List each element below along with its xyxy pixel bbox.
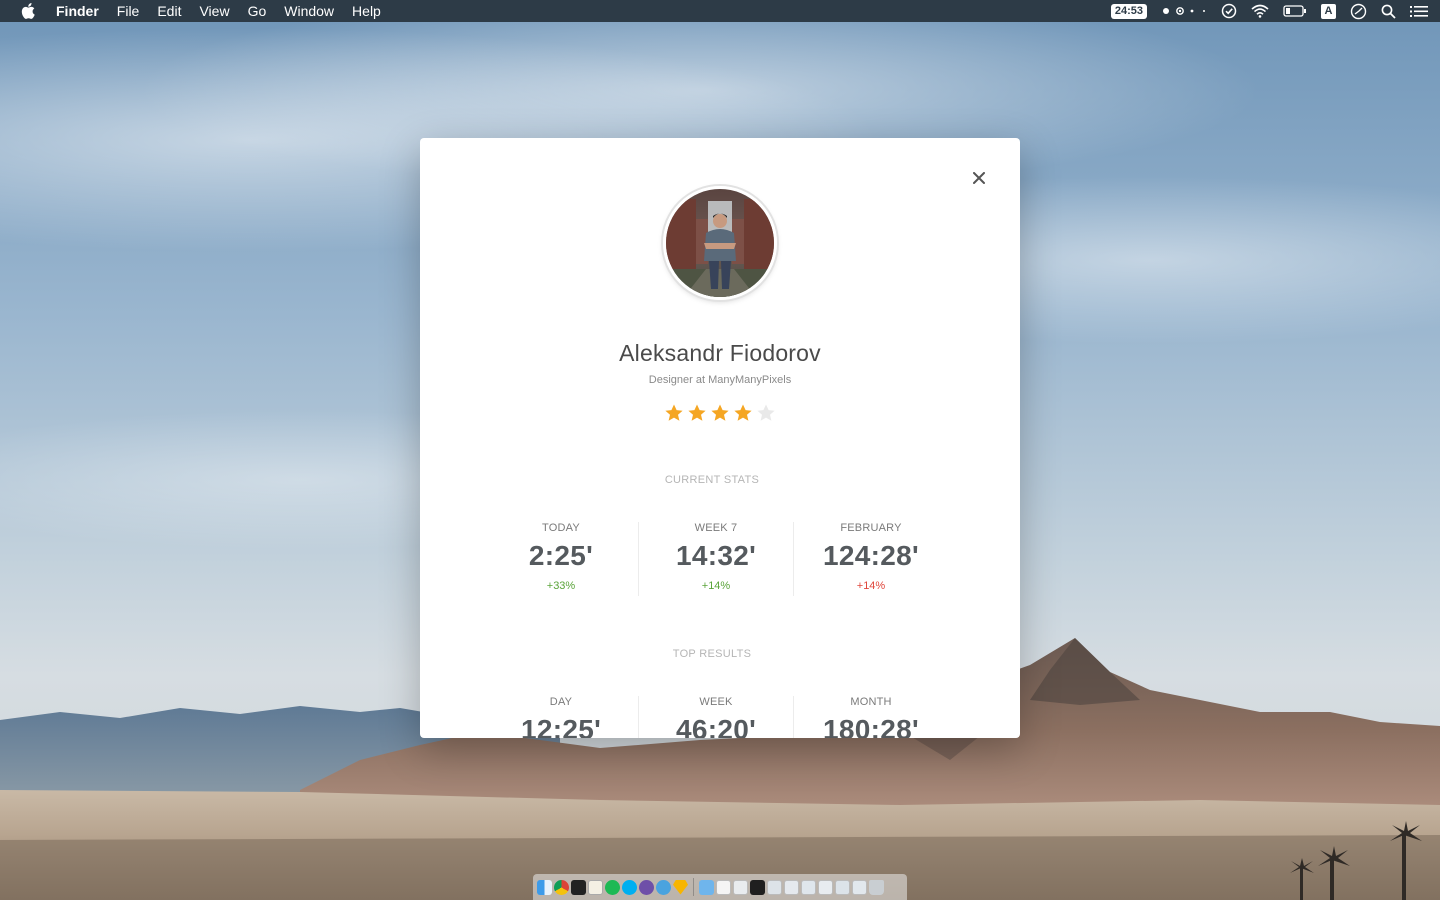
profile-role: Designer at ManyManyPixels: [648, 374, 792, 386]
clock-text: 24:53: [1110, 3, 1147, 19]
star-filled-icon[interactable]: [687, 403, 707, 423]
avatar[interactable]: [663, 186, 777, 300]
menu-app-name[interactable]: Finder: [56, 0, 108, 22]
menu-help[interactable]: Help: [343, 0, 390, 22]
stat-delta: +14%: [701, 580, 731, 592]
stat-value: 180:28': [823, 714, 919, 738]
window-icon[interactable]: [852, 879, 867, 895]
stat-value: 2:25': [528, 540, 594, 571]
document-icon[interactable]: [716, 879, 731, 895]
stat-label: WEEK: [699, 696, 733, 708]
close-icon: [973, 172, 985, 184]
star-filled-icon[interactable]: [710, 403, 730, 423]
rating-stars: [420, 403, 1020, 423]
stat-label: WEEK 7: [694, 522, 738, 534]
input-source-icon[interactable]: A: [1321, 0, 1336, 22]
chrome-icon[interactable]: [554, 879, 569, 895]
avatar-photo: [666, 189, 774, 297]
window-icon[interactable]: [733, 879, 748, 895]
folder-icon[interactable]: [699, 879, 714, 895]
timer-icon[interactable]: [1350, 0, 1367, 22]
current-stats-row: TODAY 2:25' +33% WEEK 7 14:32' +14% FEBR…: [484, 522, 948, 596]
sketch-icon[interactable]: [673, 879, 688, 895]
stat-delta: +33%: [546, 580, 576, 592]
window-icon[interactable]: [767, 879, 782, 895]
apple-menu-icon[interactable]: [0, 0, 56, 22]
stat-label: FEBRUARY: [840, 522, 902, 534]
dots-icon[interactable]: [1161, 0, 1207, 22]
trash-icon[interactable]: [869, 879, 884, 895]
input-source-text: A: [1321, 3, 1336, 19]
window-icon[interactable]: [784, 879, 799, 895]
profile-name: Aleksandr Fiodorov: [619, 340, 821, 366]
profile-modal: Aleksandr Fiodorov Designer at ManyManyP…: [420, 138, 1020, 738]
window-icon[interactable]: [801, 879, 816, 895]
list-icon[interactable]: [1410, 0, 1428, 22]
stat-week: WEEK 7 14:32' +14%: [638, 522, 793, 596]
top-results-title: TOP RESULTS: [672, 648, 752, 660]
clock-status[interactable]: 24:53: [1110, 0, 1147, 22]
stat-label: DAY: [549, 696, 573, 708]
menu-view[interactable]: View: [190, 0, 238, 22]
status-menus: 24:53 A: [1097, 0, 1440, 22]
menu-window[interactable]: Window: [275, 0, 343, 22]
battery-icon[interactable]: [1283, 0, 1307, 22]
window-icon[interactable]: [835, 879, 850, 895]
stat-value: 12:25': [520, 714, 602, 738]
finder-icon[interactable]: [537, 879, 552, 895]
dock: [533, 874, 907, 900]
star-filled-icon[interactable]: [664, 403, 684, 423]
menu-go[interactable]: Go: [239, 0, 276, 22]
window-icon[interactable]: [818, 879, 833, 895]
terminal-window-icon[interactable]: [750, 879, 765, 895]
menu-file[interactable]: File: [108, 0, 149, 22]
stat-value: 124:28': [823, 540, 919, 571]
github-icon[interactable]: [639, 879, 654, 895]
skype-icon[interactable]: [622, 879, 637, 895]
current-stats-title: CURRENT STATS: [664, 474, 760, 486]
star-empty-icon[interactable]: [756, 403, 776, 423]
stat-label: TODAY: [542, 522, 580, 534]
spotify-icon[interactable]: [605, 879, 620, 895]
tweetbot-icon[interactable]: [656, 879, 671, 895]
top-results-row: DAY 12:25' WEEK 46:20' MONTH 180:28': [484, 696, 948, 738]
terminal-icon[interactable]: [571, 879, 586, 895]
menu-edit[interactable]: Edit: [148, 0, 190, 22]
star-filled-icon[interactable]: [733, 403, 753, 423]
close-button[interactable]: [968, 167, 990, 189]
result-month: MONTH 180:28': [793, 696, 948, 738]
stat-value: 14:32': [675, 540, 757, 571]
stat-label: MONTH: [850, 696, 892, 708]
menu-bar: Finder File Edit View Go Window Help 24:…: [0, 0, 1440, 22]
dock-separator: [693, 878, 694, 896]
stat-today: TODAY 2:25' +33%: [484, 522, 638, 596]
stat-value: 46:20': [675, 714, 757, 738]
checkmark-icon[interactable]: [1221, 0, 1237, 22]
typora-icon[interactable]: [588, 879, 603, 895]
stat-month: FEBRUARY 124:28' +14%: [793, 522, 948, 596]
stat-delta: +14%: [856, 580, 886, 592]
search-icon[interactable]: [1381, 0, 1396, 22]
result-week: WEEK 46:20': [638, 696, 793, 738]
result-day: DAY 12:25': [484, 696, 638, 738]
wifi-icon[interactable]: [1251, 0, 1269, 22]
